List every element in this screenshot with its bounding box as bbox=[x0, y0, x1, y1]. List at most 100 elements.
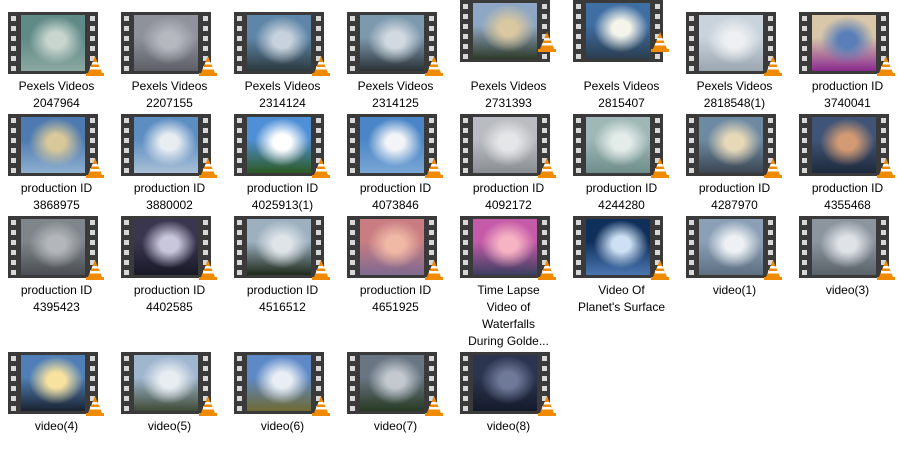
file-item[interactable]: production ID 3880002 bbox=[113, 114, 226, 214]
film-strip-icon bbox=[460, 216, 471, 278]
file-name-label: production ID 4355468 bbox=[791, 180, 897, 214]
file-name-label: production ID 4287970 bbox=[678, 180, 791, 214]
video-thumbnail[interactable] bbox=[347, 216, 443, 280]
video-thumbnail[interactable] bbox=[121, 352, 217, 416]
film-strip-icon bbox=[347, 114, 358, 176]
video-thumbnail[interactable] bbox=[347, 352, 443, 416]
file-name-line: production ID bbox=[811, 79, 884, 93]
file-name-line: 4025913(1) bbox=[251, 198, 314, 212]
video-preview-image bbox=[21, 355, 85, 411]
video-thumbnail[interactable] bbox=[573, 114, 669, 178]
video-thumbnail[interactable] bbox=[234, 114, 330, 178]
file-item[interactable]: production ID 4287970 bbox=[678, 114, 791, 214]
file-item[interactable]: production ID 4395423 bbox=[0, 216, 113, 316]
video-thumbnail[interactable] bbox=[799, 12, 895, 76]
file-item[interactable]: video(6) bbox=[226, 352, 339, 452]
file-item[interactable]: video(7) bbox=[339, 352, 452, 452]
file-item[interactable]: Pexels Videos 2047964 bbox=[0, 12, 113, 112]
video-thumbnail[interactable] bbox=[121, 216, 217, 280]
video-preview-image bbox=[812, 15, 876, 71]
file-item[interactable]: production ID 4092172 bbox=[452, 114, 565, 214]
video-thumbnail[interactable] bbox=[8, 12, 104, 76]
film-strip-icon bbox=[347, 216, 358, 278]
file-item[interactable]: Pexels Videos 2207155 bbox=[113, 12, 226, 112]
video-thumbnail[interactable] bbox=[234, 12, 330, 76]
file-name-label: video(7) bbox=[339, 418, 452, 435]
file-name-line: production ID bbox=[472, 181, 545, 195]
video-thumbnail[interactable] bbox=[8, 216, 104, 280]
film-strip-icon bbox=[686, 216, 697, 278]
file-name-line: During Golde... bbox=[468, 334, 549, 348]
video-thumbnail[interactable] bbox=[799, 114, 895, 178]
file-item[interactable]: Pexels Videos 2314125 bbox=[339, 12, 452, 112]
file-name-label: production ID 4395423 bbox=[0, 282, 113, 316]
vlc-cone-icon bbox=[86, 260, 104, 280]
file-item[interactable]: production ID 4516512 bbox=[226, 216, 339, 316]
file-name-line: Video Of bbox=[598, 283, 645, 297]
video-thumbnail[interactable] bbox=[121, 12, 217, 76]
file-item[interactable]: Pexels Videos 2314124 bbox=[226, 12, 339, 112]
video-thumbnail[interactable] bbox=[234, 352, 330, 416]
video-thumbnail[interactable] bbox=[460, 216, 556, 280]
video-thumbnail[interactable] bbox=[686, 12, 782, 76]
file-item[interactable]: production ID 3868975 bbox=[0, 114, 113, 214]
video-thumbnail[interactable] bbox=[121, 114, 217, 178]
file-item[interactable]: Pexels Videos 2731393 bbox=[452, 0, 565, 112]
vlc-cone-icon bbox=[651, 32, 669, 52]
film-strip-icon bbox=[8, 114, 19, 176]
video-thumbnail[interactable] bbox=[347, 114, 443, 178]
file-name-label: production ID 4092172 bbox=[452, 180, 565, 214]
film-strip-icon bbox=[121, 352, 132, 414]
file-item[interactable]: production ID 4355468 bbox=[791, 114, 897, 214]
video-preview-image bbox=[134, 15, 198, 71]
video-thumbnail[interactable] bbox=[8, 114, 104, 178]
file-name-line: video(5) bbox=[147, 419, 192, 433]
file-name-line: 4402585 bbox=[146, 300, 193, 314]
file-item[interactable]: production ID 4651925 bbox=[339, 216, 452, 316]
vlc-cone-icon bbox=[538, 32, 556, 52]
vlc-cone-icon bbox=[312, 396, 330, 416]
file-item[interactable]: production ID 4073846 bbox=[339, 114, 452, 214]
file-item[interactable]: video(8) bbox=[452, 352, 565, 452]
file-name-line: 2207155 bbox=[146, 96, 193, 110]
video-thumbnail[interactable] bbox=[8, 352, 104, 416]
file-item[interactable]: Video Of Planet's Surface bbox=[565, 216, 678, 316]
vlc-cone-icon bbox=[425, 260, 443, 280]
video-thumbnail[interactable] bbox=[460, 114, 556, 178]
video-thumbnail[interactable] bbox=[573, 216, 669, 280]
film-strip-icon bbox=[460, 0, 471, 62]
file-item[interactable]: production ID 4402585 bbox=[113, 216, 226, 316]
file-item[interactable]: production ID 4244280 bbox=[565, 114, 678, 214]
video-preview-image bbox=[21, 117, 85, 173]
video-thumbnail[interactable] bbox=[234, 216, 330, 280]
vlc-cone-icon bbox=[877, 260, 895, 280]
vlc-cone-icon bbox=[425, 396, 443, 416]
file-name-line: 2047964 bbox=[33, 96, 80, 110]
video-thumbnail[interactable] bbox=[573, 0, 669, 62]
file-item[interactable]: production ID 3740041 bbox=[791, 12, 897, 112]
film-strip-icon bbox=[121, 114, 132, 176]
file-item[interactable]: production ID 4025913(1) bbox=[226, 114, 339, 214]
vlc-cone-icon bbox=[199, 260, 217, 280]
file-item[interactable]: Pexels Videos 2815407 bbox=[565, 0, 678, 112]
file-name-label: Pexels Videos 2815407 bbox=[565, 78, 678, 112]
file-item[interactable]: video(5) bbox=[113, 352, 226, 452]
video-thumbnail[interactable] bbox=[460, 352, 556, 416]
video-preview-image bbox=[586, 117, 650, 173]
file-item[interactable]: video(1) bbox=[678, 216, 791, 316]
video-thumbnail[interactable] bbox=[347, 12, 443, 76]
file-item[interactable]: video(3) bbox=[791, 216, 897, 316]
film-strip-icon bbox=[121, 12, 132, 74]
video-thumbnail[interactable] bbox=[686, 114, 782, 178]
file-item[interactable]: video(4) bbox=[0, 352, 113, 452]
file-name-line: 2731393 bbox=[485, 96, 532, 110]
video-preview-image bbox=[134, 355, 198, 411]
video-preview-image bbox=[21, 15, 85, 71]
film-strip-icon bbox=[686, 114, 697, 176]
file-item[interactable]: Time Lapse Video of Waterfalls During Golde… bbox=[452, 216, 565, 348]
video-preview-image bbox=[360, 355, 424, 411]
video-thumbnail[interactable] bbox=[460, 0, 556, 62]
file-item[interactable]: Pexels Videos 2818548(1) bbox=[678, 12, 791, 112]
video-thumbnail[interactable] bbox=[686, 216, 782, 280]
video-thumbnail[interactable] bbox=[799, 216, 895, 280]
